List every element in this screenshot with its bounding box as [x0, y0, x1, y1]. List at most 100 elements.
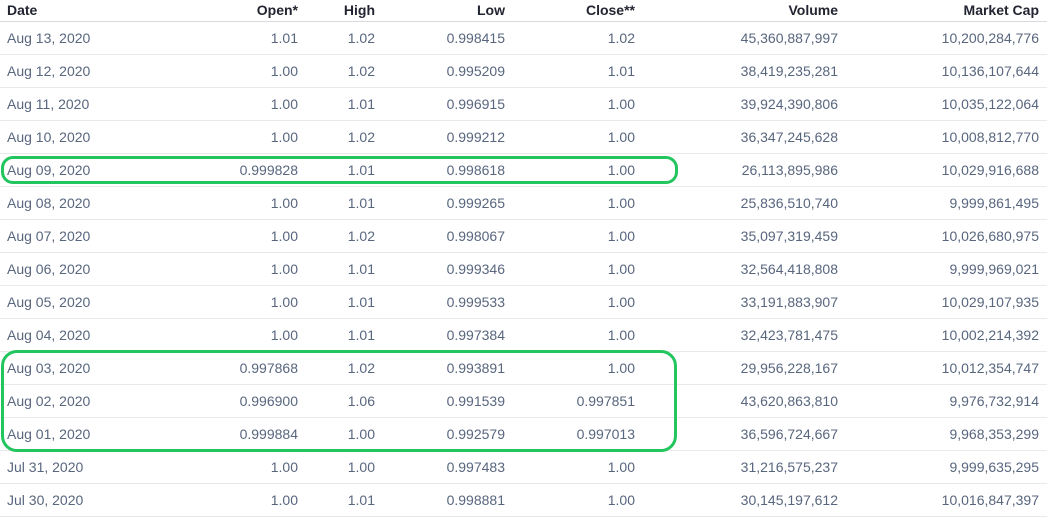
- column-header-low[interactable]: Low: [477, 0, 505, 23]
- cell-open: 1.00: [270, 492, 298, 508]
- cell-date: Aug 11, 2020: [7, 96, 90, 112]
- cell-market-cap: 9,999,635,295: [949, 459, 1039, 475]
- column-header-volume[interactable]: Volume: [788, 0, 838, 23]
- cell-volume: 38,419,235,281: [740, 63, 838, 79]
- cell-market-cap: 10,026,680,975: [941, 228, 1039, 244]
- cell-date: Aug 12, 2020: [7, 63, 91, 79]
- cell-low: 0.998067: [446, 228, 505, 244]
- cell-low: 0.998881: [446, 492, 505, 508]
- table-row: Aug 03, 2020 0.997868 1.02 0.993891 1.00…: [0, 352, 1047, 385]
- cell-date: Aug 13, 2020: [7, 30, 91, 46]
- cell-volume: 36,347,245,628: [740, 129, 838, 145]
- table-row: Aug 13, 2020 1.01 1.02 0.998415 1.02 45,…: [0, 22, 1047, 55]
- cell-high: 1.02: [347, 30, 375, 46]
- cell-open: 0.999828: [239, 162, 298, 178]
- cell-date: Aug 03, 2020: [7, 360, 91, 376]
- cell-volume: 43,620,863,810: [740, 393, 838, 409]
- cell-low: 0.997483: [446, 459, 505, 475]
- cell-low: 0.999533: [446, 294, 505, 310]
- cell-high: 1.02: [347, 228, 375, 244]
- cell-date: Jul 30, 2020: [7, 492, 84, 508]
- table-row: Jul 31, 2020 1.00 1.00 0.997483 1.00 31,…: [0, 451, 1047, 484]
- cell-open: 1.00: [270, 96, 298, 112]
- cell-low: 0.999265: [446, 195, 505, 211]
- cell-high: 1.01: [347, 261, 375, 277]
- cell-high: 1.01: [347, 96, 375, 112]
- cell-close: 0.997013: [576, 426, 635, 442]
- cell-date: Aug 05, 2020: [7, 294, 91, 310]
- cell-low: 0.999346: [446, 261, 505, 277]
- cell-market-cap: 10,029,916,688: [941, 162, 1039, 178]
- cell-open: 1.00: [270, 459, 298, 475]
- table-row: Aug 08, 2020 1.00 1.01 0.999265 1.00 25,…: [0, 187, 1047, 220]
- cell-open: 0.999884: [239, 426, 298, 442]
- cell-high: 1.01: [347, 327, 375, 343]
- cell-volume: 31,216,575,237: [740, 459, 838, 475]
- cell-close: 1.00: [607, 195, 635, 211]
- cell-high: 1.00: [347, 426, 375, 442]
- cell-market-cap: 10,136,107,644: [941, 63, 1039, 79]
- cell-volume: 39,924,390,806: [740, 96, 838, 112]
- cell-open: 1.00: [270, 228, 298, 244]
- cell-date: Aug 10, 2020: [7, 129, 91, 145]
- cell-market-cap: 9,968,353,299: [949, 426, 1039, 442]
- table-row: Aug 06, 2020 1.00 1.01 0.999346 1.00 32,…: [0, 253, 1047, 286]
- cell-high: 1.01: [347, 162, 375, 178]
- cell-market-cap: 10,200,284,776: [941, 30, 1039, 46]
- cell-close: 1.00: [607, 261, 635, 277]
- column-header-date[interactable]: Date: [7, 0, 37, 23]
- cell-high: 1.01: [347, 294, 375, 310]
- table-row: Aug 07, 2020 1.00 1.02 0.998067 1.00 35,…: [0, 220, 1047, 253]
- cell-date: Aug 01, 2020: [7, 426, 91, 442]
- cell-volume: 36,596,724,667: [740, 426, 838, 442]
- column-header-high[interactable]: High: [344, 0, 375, 23]
- cell-volume: 26,113,895,986: [741, 162, 838, 178]
- cell-date: Aug 09, 2020: [7, 162, 91, 178]
- cell-volume: 25,836,510,740: [740, 195, 838, 211]
- cell-high: 1.01: [347, 195, 375, 211]
- cell-market-cap: 9,999,861,495: [949, 195, 1039, 211]
- cell-low: 0.993891: [446, 360, 505, 376]
- cell-high: 1.06: [347, 393, 375, 409]
- table-row: Aug 05, 2020 1.00 1.01 0.999533 1.00 33,…: [0, 286, 1047, 319]
- cell-date: Jul 31, 2020: [7, 459, 84, 475]
- cell-open: 1.00: [270, 294, 298, 310]
- cell-low: 0.991539: [446, 393, 505, 409]
- cell-close: 1.00: [607, 459, 635, 475]
- column-header-open[interactable]: Open*: [257, 0, 298, 23]
- cell-close: 1.00: [607, 228, 635, 244]
- table-row: Aug 09, 2020 0.999828 1.01 0.998618 1.00…: [0, 154, 1047, 187]
- cell-market-cap: 10,008,812,770: [941, 129, 1039, 145]
- table-row: Aug 02, 2020 0.996900 1.06 0.991539 0.99…: [0, 385, 1047, 418]
- cell-close: 1.01: [607, 63, 635, 79]
- column-header-close[interactable]: Close**: [586, 0, 635, 23]
- cell-volume: 33,191,883,907: [740, 294, 838, 310]
- cell-date: Aug 02, 2020: [7, 393, 91, 409]
- cell-low: 0.992579: [446, 426, 505, 442]
- cell-high: 1.01: [347, 492, 375, 508]
- column-header-market-cap[interactable]: Market Cap: [964, 0, 1039, 23]
- cell-volume: 45,360,887,997: [740, 30, 838, 46]
- cell-high: 1.00: [347, 459, 375, 475]
- cell-low: 0.998415: [446, 30, 505, 46]
- table-header: Date Open* High Low Close** Volume Marke…: [0, 0, 1047, 22]
- cell-high: 1.02: [347, 129, 375, 145]
- cell-market-cap: 9,999,969,021: [949, 261, 1039, 277]
- cell-close: 1.02: [607, 30, 635, 46]
- cell-date: Aug 08, 2020: [7, 195, 91, 211]
- table-row: Aug 12, 2020 1.00 1.02 0.995209 1.01 38,…: [0, 55, 1047, 88]
- cell-date: Aug 04, 2020: [7, 327, 91, 343]
- cell-market-cap: 10,016,847,397: [941, 492, 1039, 508]
- table-row: Aug 01, 2020 0.999884 1.00 0.992579 0.99…: [0, 418, 1047, 451]
- cell-close: 1.00: [607, 129, 635, 145]
- cell-volume: 29,956,228,167: [740, 360, 838, 376]
- cell-date: Aug 06, 2020: [7, 261, 91, 277]
- cell-close: 1.00: [607, 492, 635, 508]
- cell-low: 0.998618: [446, 162, 505, 178]
- cell-open: 0.996900: [239, 393, 298, 409]
- cell-close: 1.00: [607, 96, 635, 112]
- cell-open: 0.997868: [239, 360, 298, 376]
- cell-low: 0.996915: [446, 96, 505, 112]
- cell-volume: 35,097,319,459: [740, 228, 838, 244]
- cell-market-cap: 10,012,354,747: [941, 360, 1039, 376]
